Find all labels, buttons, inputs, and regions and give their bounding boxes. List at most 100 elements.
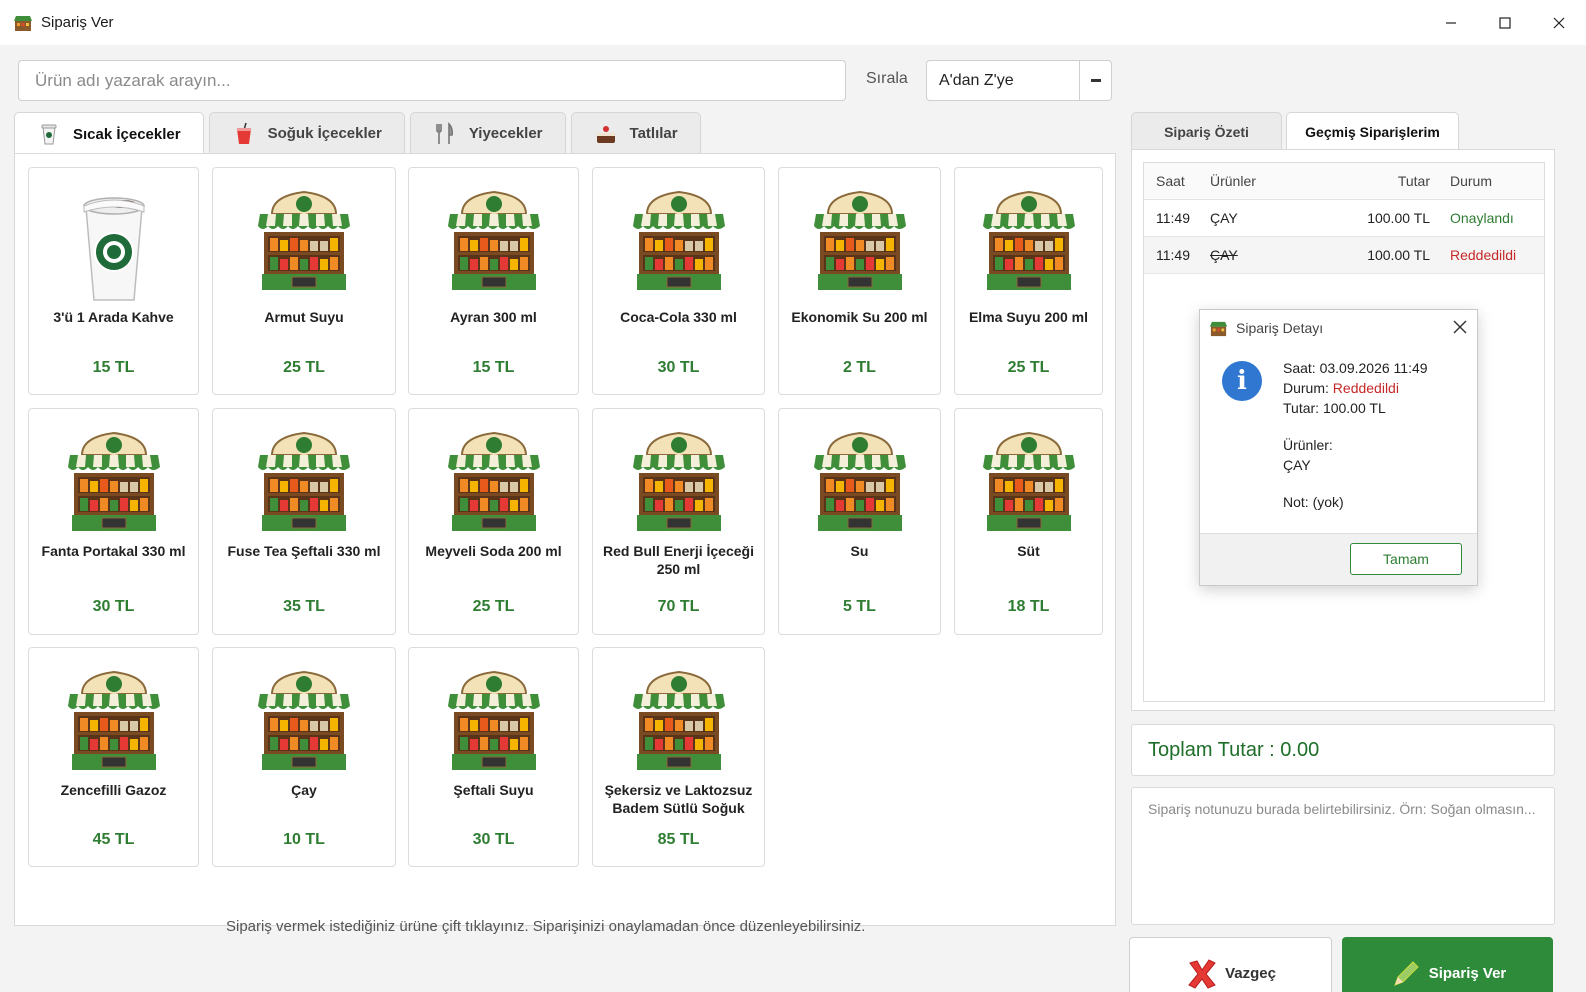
product-price: 30 TL (657, 359, 700, 376)
product-name: Coca-Cola 330 ml (620, 309, 737, 325)
right-tabs: Sipariş Özeti Geçmiş Siparişlerim (1131, 112, 1463, 151)
close-button[interactable] (1532, 0, 1586, 45)
product-image (629, 660, 729, 784)
table-row[interactable]: 11:49 ÇAY 100.00 TL Reddedildi (1144, 236, 1544, 274)
maximize-button[interactable] (1478, 0, 1532, 45)
product-card[interactable]: Red Bull Enerji İçeceği 250 ml 70 TL (592, 408, 765, 635)
order-time: 11:49 (1144, 199, 1210, 237)
product-card[interactable]: Çay 10 TL (212, 647, 396, 867)
column-header-time[interactable]: Saat (1144, 163, 1210, 200)
dialog-body: Saat: 03.09.2026 11:49 Durum: Reddedildi… (1283, 358, 1428, 512)
product-name: Fanta Portakal 330 ml (41, 543, 186, 559)
order-amount: 100.00 TL (1360, 199, 1450, 237)
product-card[interactable]: Fuse Tea Şeftali 330 ml 35 TL (212, 408, 396, 635)
product-price: 2 TL (843, 359, 876, 376)
product-name: Zencefilli Gazoz (60, 782, 167, 798)
market-stall-image (447, 190, 540, 290)
product-name: Su (850, 543, 869, 559)
product-name: 3'ü 1 Arada Kahve (53, 309, 174, 325)
dialog-title: Sipariş Detayı (1236, 320, 1324, 336)
market-stall-image (632, 670, 725, 770)
product-card[interactable]: Şekersiz ve Laktozsuz Badem Sütlü Soğuk 8… (592, 647, 765, 867)
market-stall-app-icon (14, 15, 32, 31)
product-price: 30 TL (472, 831, 515, 848)
dialog-close-button[interactable] (1453, 318, 1467, 339)
sort-label: Sırala (866, 70, 908, 87)
tab-desserts[interactable]: Tatlılar (570, 112, 701, 154)
order-status: Reddedildi (1450, 236, 1544, 274)
product-price: 15 TL (92, 359, 135, 376)
cake-icon (596, 125, 615, 143)
product-name: Süt (1017, 543, 1040, 559)
product-card[interactable]: Şeftali Suyu 30 TL (408, 647, 579, 867)
product-image (979, 180, 1079, 304)
product-card[interactable]: Zencefilli Gazoz 45 TL (28, 647, 199, 867)
product-price: 5 TL (843, 598, 876, 615)
product-image (810, 421, 910, 545)
minimize-button[interactable] (1424, 0, 1478, 45)
cancel-button[interactable]: Vazgeç (1129, 937, 1332, 992)
coffee-cup-image (82, 197, 145, 301)
tab-cold-drinks[interactable]: Soğuk İçecekler (208, 112, 405, 154)
product-name: Fuse Tea Şeftali 330 ml (227, 543, 381, 559)
product-name: Elma Suyu 200 ml (968, 309, 1089, 325)
order-products: ÇAY (1210, 199, 1360, 237)
sort-dropdown-button[interactable] (1079, 61, 1111, 100)
product-name: Armut Suyu (264, 309, 344, 325)
product-card[interactable]: Ayran 300 ml 15 TL (408, 167, 579, 395)
product-name: Şekersiz ve Laktozsuz Badem Sütlü Soğuk (604, 782, 753, 816)
column-header-status[interactable]: Durum (1450, 163, 1544, 200)
order-detail-dialog: Sipariş Detayı i Saat: 03.09.2026 11:49 … (1199, 309, 1478, 586)
ok-button[interactable]: Tamam (1350, 543, 1462, 575)
detail-value: 100.00 TL (1322, 400, 1386, 416)
tab-hot-drinks[interactable]: Sıcak İçecekler (14, 112, 204, 155)
window-title: Sipariş Ver (41, 14, 114, 31)
table-row[interactable]: 11:49 ÇAY 100.00 TL Onaylandı (1144, 199, 1544, 237)
tab-order-history[interactable]: Geçmiş Siparişlerim (1286, 112, 1459, 151)
product-image (254, 421, 354, 545)
product-card[interactable]: Fanta Portakal 330 ml 30 TL (28, 408, 199, 635)
product-name: Red Bull Enerji İçeceği 250 ml (603, 543, 754, 577)
tab-order-summary[interactable]: Sipariş Özeti (1131, 112, 1282, 150)
product-image (64, 660, 164, 784)
order-status: Onaylandı (1450, 199, 1544, 237)
product-name: Çay (291, 782, 317, 798)
product-price: 25 TL (283, 359, 325, 376)
product-card[interactable]: 3'ü 1 Arada Kahve 15 TL (28, 167, 199, 395)
total-label: Toplam Tutar (1148, 738, 1264, 761)
product-card[interactable]: Coca-Cola 330 ml 30 TL (592, 167, 765, 395)
product-card[interactable]: Elma Suyu 200 ml 25 TL (954, 167, 1103, 395)
market-stall-image (258, 431, 350, 531)
search-box[interactable] (18, 60, 846, 101)
market-stall-image (813, 431, 906, 531)
pencil-icon (1393, 960, 1419, 986)
product-image (629, 421, 729, 545)
detail-time: Saat: 03.09.2026 11:49 (1283, 358, 1428, 378)
sort-select[interactable]: A'dan Z'ye (926, 60, 1112, 101)
market-stall-icon (1209, 321, 1228, 336)
product-card[interactable]: Armut Suyu 25 TL (212, 167, 396, 395)
tab-label: Tatlılar (629, 125, 678, 142)
market-stall-image (982, 431, 1075, 531)
product-card[interactable]: Ekonomik Su 200 ml 2 TL (778, 167, 941, 395)
product-image (979, 421, 1079, 545)
order-note-input[interactable] (1148, 800, 1538, 912)
close-icon (1453, 320, 1467, 334)
product-card[interactable]: Su 5 TL (778, 408, 941, 635)
sort-value: A'dan Z'ye (939, 71, 1014, 89)
column-header-products[interactable]: Ürünler (1210, 163, 1360, 200)
detail-note: Not: (yok) (1283, 492, 1428, 512)
column-header-amount[interactable]: Tutar (1360, 163, 1450, 200)
product-price: 30 TL (92, 598, 135, 615)
tab-food[interactable]: Yiyecekler (409, 112, 566, 154)
market-stall-image (813, 190, 906, 290)
product-price: 35 TL (283, 598, 325, 615)
product-card[interactable]: Süt 18 TL (954, 408, 1103, 635)
order-note-box[interactable] (1131, 787, 1555, 925)
place-order-button[interactable]: Sipariş Ver (1342, 937, 1553, 992)
close-icon (1553, 17, 1565, 28)
search-input[interactable] (35, 70, 829, 91)
hot-drink-icon (41, 124, 57, 145)
product-card[interactable]: Meyveli Soda 200 ml 25 TL (408, 408, 579, 635)
detail-products-value: ÇAY (1283, 457, 1311, 473)
